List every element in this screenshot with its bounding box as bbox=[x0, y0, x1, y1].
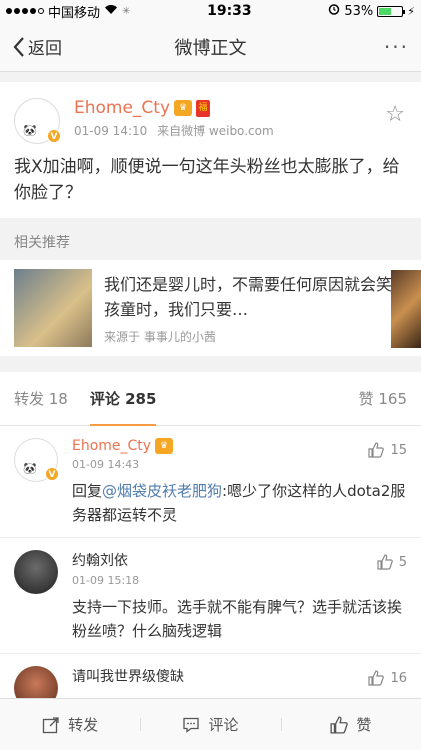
tab-like[interactable]: 赞 165 bbox=[359, 372, 407, 426]
recommend-card[interactable]: 我们还是婴儿时，不需要任何原因就会笑；孩童时，我们只要… 来源于 事事儿的小茜 bbox=[0, 260, 421, 356]
status-right: 53% ⚡ bbox=[328, 3, 415, 19]
comment-username[interactable]: 请叫我世界级傻缺 bbox=[72, 666, 184, 686]
post-meta: Ehome_Cty ♛ 福 01-09 14:10 来自微博 weibo.com bbox=[74, 98, 407, 139]
post-username-row: Ehome_Cty ♛ 福 bbox=[74, 98, 407, 118]
post-username[interactable]: Ehome_Cty bbox=[74, 98, 170, 118]
repost-label: 转发 bbox=[68, 716, 99, 734]
recommend-body: 我们还是婴儿时，不需要任何原因就会笑；孩童时，我们只要… 来源于 事事儿的小茜 bbox=[104, 272, 421, 345]
avatar[interactable]: 🐼 V bbox=[14, 98, 61, 144]
signal-icon bbox=[6, 8, 44, 14]
thumbs-up-icon bbox=[368, 670, 385, 686]
post-header: 🐼 V Ehome_Cty ♛ 福 01-09 14:10 来自微博 weibo… bbox=[14, 98, 407, 144]
reply-prefix: 回复 bbox=[72, 482, 103, 500]
post-source: 来自微博 weibo.com bbox=[157, 124, 274, 138]
weibo-post: 🐼 V Ehome_Cty ♛ 福 01-09 14:10 来自微博 weibo… bbox=[0, 82, 421, 218]
comment-time: 01-09 15:18 bbox=[72, 574, 140, 587]
navbar: 返回 微博正文 ··· bbox=[0, 22, 421, 72]
comment-like-button[interactable]: 15 bbox=[368, 442, 407, 458]
verified-badge-icon: V bbox=[47, 129, 61, 143]
comment-name-row: 约翰刘依 bbox=[72, 550, 407, 570]
carrier-label: 中国移动 bbox=[48, 5, 101, 21]
verified-badge-icon: V bbox=[45, 467, 59, 481]
alarm-icon bbox=[328, 3, 340, 19]
comment-time: 01-09 14:43 bbox=[72, 458, 140, 471]
back-label: 返回 bbox=[28, 39, 62, 59]
loading-icon: ✳ bbox=[122, 5, 131, 17]
thumbs-up-icon bbox=[377, 554, 393, 570]
member-crown-icon: ♛ bbox=[174, 100, 193, 116]
comment-name-row: 请叫我世界级傻缺 bbox=[72, 666, 407, 686]
battery-icon bbox=[377, 5, 406, 17]
back-button[interactable]: 返回 bbox=[12, 34, 62, 59]
status-left: 中国移动 ✳ bbox=[6, 2, 130, 21]
status-bar: 中国移动 ✳ 19:33 53% ⚡ bbox=[0, 0, 421, 22]
like-button[interactable]: 赞 bbox=[280, 714, 421, 735]
comment-like-count: 15 bbox=[390, 442, 407, 458]
recommend-title: 我们还是婴儿时，不需要任何原因就会笑；孩童时，我们只要… bbox=[104, 274, 409, 319]
comment-icon bbox=[183, 717, 200, 733]
post-time: 01-09 14:10 bbox=[74, 124, 148, 138]
comment-name-row: Ehome_Cty ♛ bbox=[72, 438, 407, 454]
next-recommend-thumbnail[interactable] bbox=[391, 270, 421, 348]
comment-text: 回复@烟袋皮袄老肥狗:嗯少了你这样的人dota2服务器都运转不灵 bbox=[72, 479, 407, 527]
mention-link[interactable]: @烟袋皮袄老肥狗 bbox=[102, 482, 222, 500]
like-label: 赞 bbox=[356, 716, 372, 734]
interaction-tabs: 转发 18 评论 285 赞 165 bbox=[0, 372, 421, 426]
avatar-figure-icon: 🐼 bbox=[23, 462, 37, 475]
comment-like-button[interactable]: 5 bbox=[377, 554, 407, 570]
recommend-thumbnail bbox=[14, 269, 92, 347]
comment-item: 🐼 V Ehome_Cty ♛ 01-09 14:43 回复@烟袋皮袄老肥狗:嗯… bbox=[0, 426, 421, 538]
post-time-row: 01-09 14:10 来自微博 weibo.com bbox=[74, 122, 407, 139]
page-title: 微博正文 bbox=[174, 37, 247, 59]
comment-body: 约翰刘依 01-09 15:18 支持一下技师。选手就不能有脾气？选手就活该挨粉… bbox=[72, 550, 407, 643]
comment-username[interactable]: Ehome_Cty bbox=[72, 438, 151, 454]
post-text: 我X加油啊，顺便说一句这年头粉丝也太膨胀了，给你脸了？ bbox=[14, 157, 400, 203]
avatar-figure-icon: 🐼 bbox=[23, 124, 37, 137]
more-button[interactable]: ··· bbox=[384, 35, 409, 59]
tab-comment[interactable]: 评论 285 bbox=[89, 372, 156, 426]
recommend-label: 相关推荐 bbox=[0, 218, 421, 260]
tab-repost[interactable]: 转发 18 bbox=[14, 372, 68, 426]
favorite-star-icon[interactable]: ☆ bbox=[385, 102, 405, 127]
repost-button[interactable]: 转发 bbox=[0, 714, 140, 735]
comment-like-count: 16 bbox=[390, 670, 407, 686]
chevron-left-icon bbox=[13, 36, 24, 57]
charging-icon: ⚡ bbox=[407, 4, 415, 18]
battery-percent: 53% bbox=[344, 3, 374, 19]
comment-button[interactable]: 评论 bbox=[140, 714, 280, 735]
comment-avatar[interactable] bbox=[14, 550, 58, 594]
status-time: 19:33 bbox=[207, 3, 252, 19]
comment-label: 评论 bbox=[208, 716, 239, 734]
comment-avatar[interactable]: 🐼 V bbox=[14, 438, 59, 482]
comment-like-count: 5 bbox=[398, 554, 407, 570]
thumbs-up-icon bbox=[330, 715, 349, 734]
repost-icon bbox=[43, 716, 59, 733]
comment-username[interactable]: 约翰刘依 bbox=[72, 550, 128, 570]
bottom-action-bar: 转发 评论 赞 bbox=[0, 698, 421, 750]
thumbs-up-icon bbox=[368, 442, 385, 458]
recommend-source: 来源于 事事儿的小茜 bbox=[104, 329, 216, 344]
wifi-icon bbox=[104, 4, 118, 19]
comment-body: Ehome_Cty ♛ 01-09 14:43 回复@烟袋皮袄老肥狗:嗯少了你这… bbox=[72, 438, 407, 527]
comment-item: 约翰刘依 01-09 15:18 支持一下技师。选手就不能有脾气？选手就活该挨粉… bbox=[0, 538, 421, 654]
comment-like-button[interactable]: 16 bbox=[368, 670, 407, 686]
red-envelope-icon: 福 bbox=[196, 99, 211, 117]
member-crown-icon: ♛ bbox=[155, 438, 174, 454]
comment-text: 支持一下技师。选手就不能有脾气？选手就活该挨粉丝喷？什么脑残逻辑 bbox=[72, 598, 403, 640]
